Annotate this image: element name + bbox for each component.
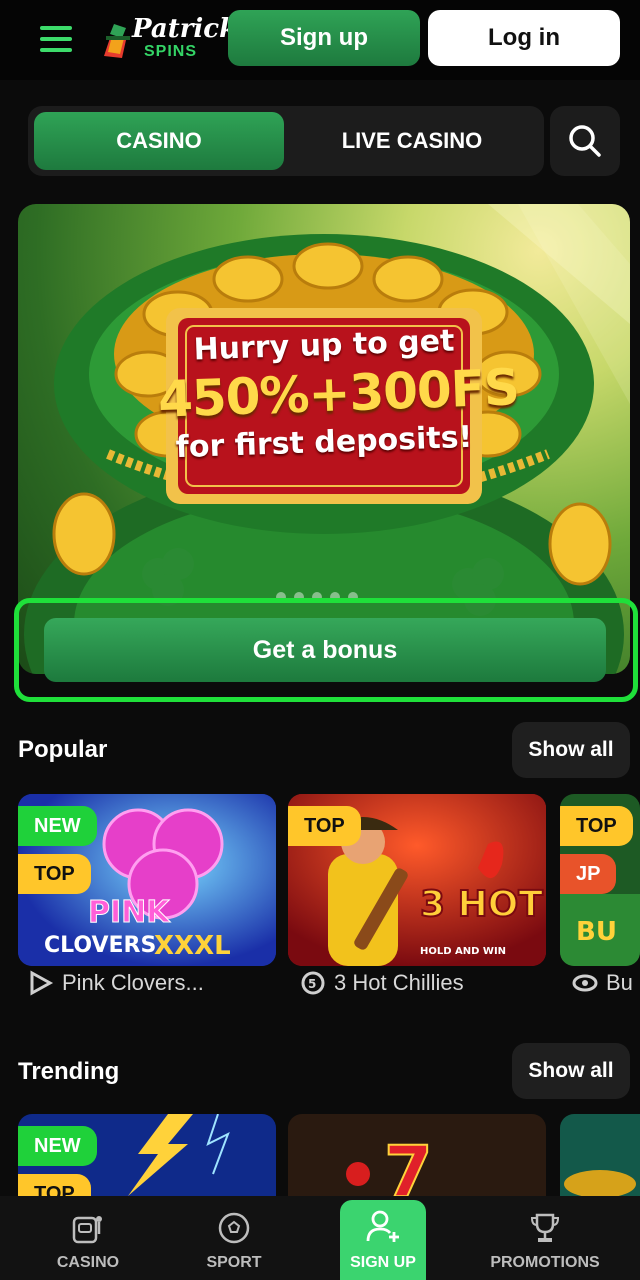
badge-new: NEW <box>18 1126 97 1166</box>
bottom-navigation: CASINO SPORT PROMOTIONS <box>0 1196 640 1280</box>
nav-promotions[interactable]: PROMOTIONS <box>486 1196 604 1280</box>
game-tile-trending-3[interactable] <box>560 1114 640 1196</box>
signup-button[interactable]: Sign up <box>228 10 420 66</box>
game-tile-3-hot-chillies[interactable]: 3 HOT CHILLIES HOLD AND WIN TOP <box>288 794 546 966</box>
logo-text-patrick: Patrick <box>132 14 238 44</box>
slot-machine-icon <box>72 1216 102 1244</box>
popular-show-all-button[interactable]: Show all <box>512 722 630 778</box>
game-tile-trending-2[interactable]: 7 <box>288 1114 546 1196</box>
game-name: 3 Hot Chillies <box>334 970 464 995</box>
game-caption-pink-clovers[interactable]: Pink Clovers... <box>28 970 204 996</box>
game-name: Pink Clovers... <box>62 970 204 995</box>
coins-game-artwork <box>560 1114 640 1196</box>
category-tabs: CASINO LIVE CASINO <box>28 106 544 176</box>
tab-live-casino[interactable]: LIVE CASINO <box>286 112 538 170</box>
section-title-popular: Popular <box>18 736 108 763</box>
login-button[interactable]: Log in <box>428 10 620 66</box>
provider-play-icon <box>30 970 54 996</box>
tile-title-3hot: 3 HOT CHILLIES <box>420 884 546 925</box>
game-tile-trending-1[interactable]: NEW TOP <box>18 1114 276 1196</box>
game-caption-3-hot-chillies[interactable]: 5 3 Hot Chillies <box>300 970 464 996</box>
get-bonus-button[interactable]: Get a bonus <box>44 618 606 682</box>
badge-jackpot: JP <box>560 854 617 894</box>
leprechaun-hat-icon <box>104 24 130 58</box>
nav-sport[interactable]: SPORT <box>190 1196 278 1280</box>
game-caption-partial[interactable]: Bu <box>572 970 640 996</box>
tab-casino[interactable]: CASINO <box>34 112 284 170</box>
svg-text:7: 7 <box>384 1131 433 1196</box>
svg-text:5: 5 <box>308 977 316 991</box>
svg-text:PINK: PINK <box>88 895 171 930</box>
nav-casino-label: CASINO <box>56 1254 120 1271</box>
promo-line-2: 450%+300FS <box>157 358 520 429</box>
game-tile-partial[interactable]: BU TOP JP <box>560 794 640 966</box>
badge-top: TOP <box>18 1174 91 1196</box>
logo-text-spins: SPINS <box>144 43 198 60</box>
top-header: Patrick SPINS Sign up Log in <box>0 0 640 80</box>
section-title-trending: Trending <box>18 1058 120 1085</box>
sevens-game-artwork: 7 <box>288 1114 546 1196</box>
provider-eye-icon <box>572 974 598 992</box>
badge-top: TOP <box>18 854 91 894</box>
soccer-ball-icon <box>218 1212 250 1244</box>
svg-text:CLOVERS: CLOVERS <box>44 933 156 958</box>
nav-signup-label: SIGN UP <box>350 1254 416 1271</box>
nav-signup[interactable]: SIGN UP <box>340 1200 426 1280</box>
svg-text:XXXL: XXXL <box>154 931 231 961</box>
trophy-icon <box>530 1213 560 1242</box>
search-button[interactable] <box>550 106 620 176</box>
tile-title-bu: BU <box>576 917 617 947</box>
badge-new: NEW <box>18 806 97 846</box>
add-user-icon <box>366 1210 399 1242</box>
promo-text-block: Hurry up to get 450%+300FS for first dep… <box>157 314 520 514</box>
badge-top: TOP <box>560 806 633 846</box>
nav-casino[interactable]: CASINO <box>44 1196 132 1280</box>
badge-top: TOP <box>288 806 361 846</box>
trending-show-all-button[interactable]: Show all <box>512 1043 630 1099</box>
game-name: Bu <box>606 970 633 995</box>
brand-logo[interactable]: Patrick SPINS <box>98 14 237 64</box>
nav-promotions-label: PROMOTIONS <box>490 1254 600 1271</box>
game-tile-pink-clovers[interactable]: PINK CLOVERS XXXL NEW TOP <box>18 794 276 966</box>
search-icon <box>569 125 601 157</box>
nav-sport-label: SPORT <box>206 1254 262 1271</box>
provider-spin-icon: 5 <box>301 971 325 995</box>
hamburger-icon[interactable] <box>40 26 72 52</box>
tile-sub: HOLD AND WIN <box>420 946 506 957</box>
